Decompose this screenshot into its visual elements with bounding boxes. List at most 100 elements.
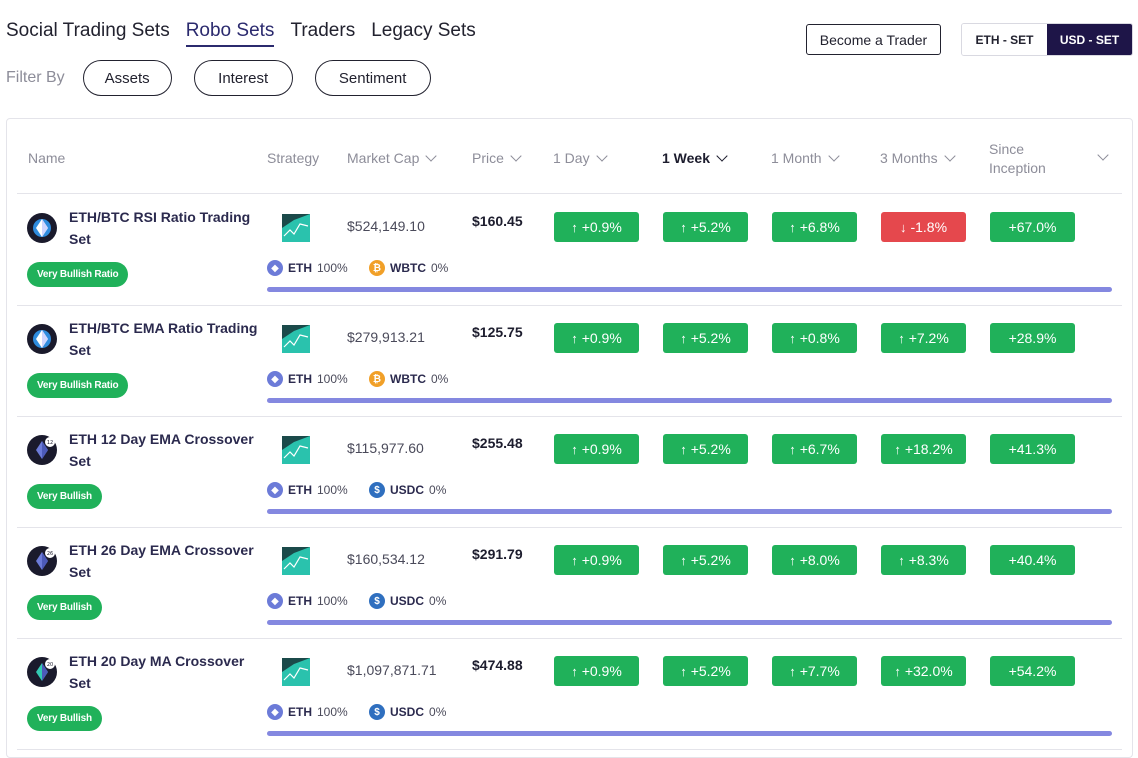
arrow-up-icon: ↑ <box>571 552 578 568</box>
allocation-bar <box>267 509 1112 514</box>
arrow-up-icon: ↑ <box>898 330 905 346</box>
strategy-chart-icon[interactable] <box>282 547 310 575</box>
strategy-chart-icon[interactable] <box>282 436 310 464</box>
table-row[interactable]: 12 ETH 12 Day EMA Crossover Set Very Bulli… <box>17 416 1122 528</box>
allocation-bar <box>267 731 1112 736</box>
col-3-months[interactable]: 3 Months <box>880 149 956 166</box>
allocation-item: ◆ ETH 100% <box>267 482 348 498</box>
table-row[interactable]: ETH/BTC RSI Ratio Trading Set Very Bullis… <box>17 194 1122 306</box>
chevron-down-icon <box>595 149 608 162</box>
chevron-down-icon <box>827 149 840 162</box>
filter-label: Filter By <box>6 69 65 86</box>
chevron-down-icon <box>716 149 728 162</box>
set-name-link[interactable]: ETH 12 Day EMA Crossover Set <box>69 428 259 472</box>
arrow-up-icon: ↑ <box>680 441 687 457</box>
arrow-up-icon: ↑ <box>680 663 687 679</box>
tab-robo-sets[interactable]: Robo Sets <box>185 20 275 47</box>
tab-legacy-sets[interactable]: Legacy Sets <box>371 20 476 47</box>
allocation-item: ◆ ETH 100% <box>267 704 348 720</box>
usd-set-toggle[interactable]: USD - SET <box>1047 24 1132 55</box>
set-name-link[interactable]: ETH 26 Day EMA Crossover Set <box>69 539 259 583</box>
usdc-token-icon: $ <box>369 482 385 498</box>
set-name-link[interactable]: ETH 20 Day MA Crossover Set <box>69 650 259 694</box>
arrow-up-icon: ↑ <box>789 441 796 457</box>
usdc-token-icon: $ <box>369 704 385 720</box>
arrow-up-icon: ↑ <box>898 552 905 568</box>
chevron-down-icon <box>943 149 956 162</box>
change-badge: ↑ +5.2% <box>663 212 748 242</box>
change-badge: ↑ +6.7% <box>772 434 857 464</box>
col-since-inception[interactable]: Since Inception <box>989 140 1059 178</box>
allocation-item: ◆ ETH 100% <box>267 260 348 276</box>
filter-assets-button[interactable]: Assets <box>82 60 172 96</box>
chevron-down-icon <box>510 149 522 162</box>
col-1-day[interactable]: 1 Day <box>553 149 608 166</box>
strategy-chart-icon[interactable] <box>282 214 310 242</box>
table-row[interactable]: 20 ETH 20 Day MA Crossover Set Very Bullis… <box>17 638 1122 750</box>
wbtc-token-icon: ₿ <box>369 260 385 276</box>
tab-traders[interactable]: Traders <box>290 20 355 47</box>
change-value: +7.7% <box>799 663 840 679</box>
change-value: +8.0% <box>799 552 840 568</box>
arrow-up-icon: ↑ <box>680 330 687 346</box>
currency-toggle: ETH - SET USD - SET <box>961 23 1133 56</box>
change-badge: ↑ +5.2% <box>663 323 748 353</box>
change-value: +32.0% <box>904 663 953 679</box>
change-badge: ↑ +0.9% <box>554 434 639 464</box>
eth-20-coin-icon: 20 <box>27 657 57 687</box>
set-name-link[interactable]: ETH/BTC EMA Ratio Trading Set <box>69 317 259 361</box>
set-name-link[interactable]: ETH/BTC RSI Ratio Trading Set <box>69 206 259 250</box>
strategy-chart-icon[interactable] <box>282 325 310 353</box>
table-row[interactable]: 26 ETH 26 Day EMA Crossover Set Very Bulli… <box>17 527 1122 639</box>
change-value: +6.8% <box>799 219 840 235</box>
allocation-item: $ USDC 0% <box>369 482 446 498</box>
svg-text:12: 12 <box>47 440 53 446</box>
table-row[interactable]: ETH/BTC EMA Ratio Trading Set Very Bullis… <box>17 305 1122 417</box>
change-badge: ↑ +5.2% <box>663 656 748 686</box>
change-badge: ↓ -1.8% <box>881 212 966 242</box>
strategy-chart-icon[interactable] <box>282 658 310 686</box>
eth-token-icon: ◆ <box>267 482 283 498</box>
sentiment-badge: Very Bullish Ratio <box>27 373 129 398</box>
change-badge: ↑ +18.2% <box>881 434 966 464</box>
allocation-item: $ USDC 0% <box>369 593 446 609</box>
filter-interest-button[interactable]: Interest <box>193 60 293 96</box>
arrow-up-icon: ↑ <box>894 663 901 679</box>
change-value: +18.2% <box>904 441 953 457</box>
allocation-bar <box>267 398 1112 403</box>
svg-text:26: 26 <box>47 551 53 557</box>
change-badge: ↑ +5.2% <box>663 434 748 464</box>
col-1-month[interactable]: 1 Month <box>771 149 840 166</box>
price-value: $125.75 <box>472 324 523 340</box>
eth-set-toggle[interactable]: ETH - SET <box>962 24 1047 55</box>
usdc-token-icon: $ <box>369 593 385 609</box>
change-badge: ↑ +8.3% <box>881 545 966 575</box>
change-value: +5.2% <box>690 441 731 457</box>
col-market-cap[interactable]: Market Cap <box>347 149 438 166</box>
change-badge: ↑ +0.9% <box>554 656 639 686</box>
become-trader-button[interactable]: Become a Trader <box>806 24 941 55</box>
change-badge: +28.9% <box>990 323 1075 353</box>
price-value: $291.79 <box>472 546 523 562</box>
tab-social-trading-sets[interactable]: Social Trading Sets <box>6 20 170 47</box>
change-value: -1.8% <box>910 219 948 235</box>
ethbtc-coin-icon <box>27 324 57 354</box>
market-cap-value: $524,149.10 <box>347 218 425 234</box>
filter-sentiment-button[interactable]: Sentiment <box>314 60 431 96</box>
eth-26-coin-icon: 26 <box>27 546 57 576</box>
change-value: +5.2% <box>690 552 731 568</box>
change-badge: +67.0% <box>990 212 1075 242</box>
change-badge: ↑ +32.0% <box>881 656 966 686</box>
eth-token-icon: ◆ <box>267 371 283 387</box>
change-value: +28.9% <box>1008 330 1057 346</box>
change-badge: ↑ +6.8% <box>772 212 857 242</box>
change-value: +40.4% <box>1008 552 1057 568</box>
change-badge: +40.4% <box>990 545 1075 575</box>
chevron-down-icon <box>425 149 438 162</box>
chevron-down-icon[interactable] <box>1097 149 1109 161</box>
ethbtc-coin-icon <box>27 213 57 243</box>
allocation-bar <box>267 287 1112 292</box>
col-1-week[interactable]: 1 Week <box>662 149 728 166</box>
col-price[interactable]: Price <box>472 149 522 166</box>
change-value: +5.2% <box>690 219 731 235</box>
